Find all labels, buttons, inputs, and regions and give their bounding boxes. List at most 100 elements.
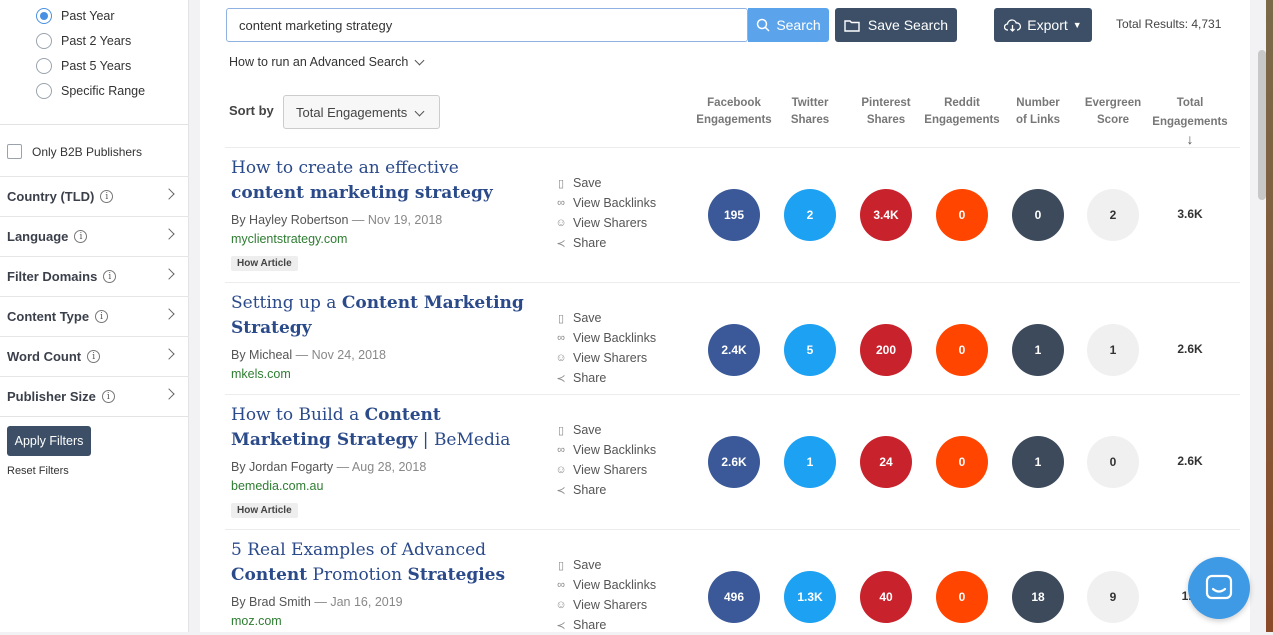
- chevron-right-icon: [163, 188, 175, 200]
- bookmark-icon: ▯: [557, 312, 565, 325]
- pinterest-metric[interactable]: 200: [860, 324, 912, 376]
- export-button[interactable]: Export ▼: [994, 8, 1092, 42]
- chevron-right-icon: [163, 268, 175, 280]
- evergreen-metric[interactable]: 0: [1087, 436, 1139, 488]
- date-range-option[interactable]: Past 2 Years: [36, 33, 131, 49]
- reddit-metric[interactable]: 0: [936, 324, 988, 376]
- facebook-metric[interactable]: 195: [708, 189, 760, 241]
- result-title-link[interactable]: 5 Real Examples of Advanced Content Prom…: [231, 538, 531, 588]
- action-view-sharers[interactable]: ☺ View Sharers: [554, 595, 656, 615]
- filter-row[interactable]: Word Count i: [0, 336, 189, 376]
- info-icon[interactable]: i: [103, 270, 117, 283]
- action-view-backlinks[interactable]: ∞ View Backlinks: [554, 440, 656, 460]
- column-header[interactable]: Number of Links: [1008, 95, 1068, 129]
- filter-row[interactable]: Filter Domains i: [0, 256, 189, 296]
- domain-link[interactable]: moz.com: [231, 614, 282, 628]
- search-button[interactable]: Search: [748, 8, 829, 42]
- author[interactable]: By Hayley Robertson: [231, 213, 348, 227]
- filter-row[interactable]: Publisher Size i: [0, 376, 189, 416]
- pinterest-metric[interactable]: 3.4K: [860, 189, 912, 241]
- advanced-search-link[interactable]: How to run an Advanced Search: [229, 55, 425, 69]
- pinterest-metric[interactable]: 24: [860, 436, 912, 488]
- apply-filters-button[interactable]: Apply Filters: [7, 426, 91, 456]
- twitter-metric[interactable]: 5: [784, 324, 836, 376]
- search-button-label: Search: [776, 17, 821, 33]
- action-view-backlinks[interactable]: ∞ View Backlinks: [554, 328, 656, 348]
- title-fragment: | BeMedia: [417, 430, 511, 450]
- chat-button[interactable]: [1188, 557, 1250, 619]
- b2b-filter[interactable]: Only B2B Publishers: [7, 144, 142, 159]
- sort-dropdown[interactable]: Total Engagements: [283, 95, 440, 129]
- reset-filters-link[interactable]: Reset Filters: [7, 465, 69, 477]
- column-header[interactable]: Reddit Engagements: [922, 95, 1002, 129]
- sort-selected-value: Total Engagements: [296, 105, 408, 120]
- pinterest-metric[interactable]: 40: [860, 571, 912, 623]
- action-share[interactable]: ≺ Share: [554, 233, 656, 253]
- action-save[interactable]: ▯ Save: [554, 173, 656, 193]
- links-metric[interactable]: 18: [1012, 571, 1064, 623]
- radio-button[interactable]: [36, 33, 52, 49]
- links-metric[interactable]: 0: [1012, 189, 1064, 241]
- reddit-metric[interactable]: 0: [936, 436, 988, 488]
- search-input[interactable]: [226, 8, 748, 42]
- column-header[interactable]: Total Engagements ↓: [1150, 95, 1230, 150]
- date-range-option[interactable]: Past Year: [36, 8, 115, 24]
- facebook-metric[interactable]: 2.4K: [708, 324, 760, 376]
- action-save[interactable]: ▯ Save: [554, 555, 656, 575]
- result-title-link[interactable]: Setting up a Content Marketing Strategy: [231, 291, 531, 341]
- filter-row[interactable]: Content Type i: [0, 296, 189, 336]
- facebook-metric[interactable]: 2.6K: [708, 436, 760, 488]
- facebook-metric[interactable]: 496: [708, 571, 760, 623]
- info-icon[interactable]: i: [74, 230, 88, 243]
- b2b-checkbox[interactable]: [7, 144, 22, 159]
- user-icon: ☺: [555, 217, 567, 229]
- scrollbar-thumb[interactable]: [1258, 50, 1266, 200]
- column-header[interactable]: Evergreen Score: [1080, 95, 1146, 129]
- radio-button[interactable]: [36, 83, 52, 99]
- info-icon[interactable]: i: [101, 390, 115, 403]
- action-view-backlinks[interactable]: ∞ View Backlinks: [554, 575, 656, 595]
- action-view-sharers[interactable]: ☺ View Sharers: [554, 460, 656, 480]
- column-header[interactable]: Facebook Engagements: [694, 95, 774, 129]
- radio-button[interactable]: [36, 8, 52, 24]
- author[interactable]: By Micheal: [231, 348, 292, 362]
- action-view-sharers[interactable]: ☺ View Sharers: [554, 213, 656, 233]
- info-icon[interactable]: i: [87, 350, 101, 363]
- links-metric[interactable]: 1: [1012, 436, 1064, 488]
- date-range-option[interactable]: Specific Range: [36, 83, 145, 99]
- radio-button[interactable]: [36, 58, 52, 74]
- domain-link[interactable]: myclientstrategy.com: [231, 232, 347, 246]
- info-icon[interactable]: i: [100, 190, 114, 203]
- result-title-link[interactable]: How to create an effective content marke…: [231, 156, 531, 206]
- column-header[interactable]: Pinterest Shares: [854, 95, 918, 129]
- action-share[interactable]: ≺ Share: [554, 368, 656, 388]
- action-view-sharers[interactable]: ☺ View Sharers: [554, 348, 656, 368]
- reddit-metric[interactable]: 0: [936, 571, 988, 623]
- twitter-metric[interactable]: 2: [784, 189, 836, 241]
- links-metric[interactable]: 1: [1012, 324, 1064, 376]
- action-share[interactable]: ≺ Share: [554, 480, 656, 500]
- result-title-link[interactable]: How to Build a Content Marketing Strateg…: [231, 403, 531, 453]
- domain-link[interactable]: mkels.com: [231, 367, 291, 381]
- twitter-metric[interactable]: 1.3K: [784, 571, 836, 623]
- domain-link[interactable]: bemedia.com.au: [231, 479, 323, 493]
- info-icon[interactable]: i: [95, 310, 109, 323]
- action-save[interactable]: ▯ Save: [554, 308, 656, 328]
- caret-down-icon: ▼: [1072, 20, 1082, 30]
- action-save[interactable]: ▯ Save: [554, 420, 656, 440]
- action-share[interactable]: ≺ Share: [554, 615, 656, 635]
- evergreen-metric[interactable]: 1: [1087, 324, 1139, 376]
- save-search-button[interactable]: Save Search: [835, 8, 957, 42]
- twitter-metric[interactable]: 1: [784, 436, 836, 488]
- action-label: Save: [573, 558, 602, 572]
- author[interactable]: By Jordan Fogarty: [231, 460, 333, 474]
- evergreen-metric[interactable]: 2: [1087, 189, 1139, 241]
- reddit-metric[interactable]: 0: [936, 189, 988, 241]
- column-header[interactable]: Twitter Shares: [780, 95, 840, 129]
- action-view-backlinks[interactable]: ∞ View Backlinks: [554, 193, 656, 213]
- evergreen-metric[interactable]: 9: [1087, 571, 1139, 623]
- author[interactable]: By Brad Smith: [231, 595, 311, 609]
- date-range-option[interactable]: Past 5 Years: [36, 58, 131, 74]
- filter-row[interactable]: Country (TLD) i: [0, 176, 189, 216]
- filter-row[interactable]: Language i: [0, 216, 189, 256]
